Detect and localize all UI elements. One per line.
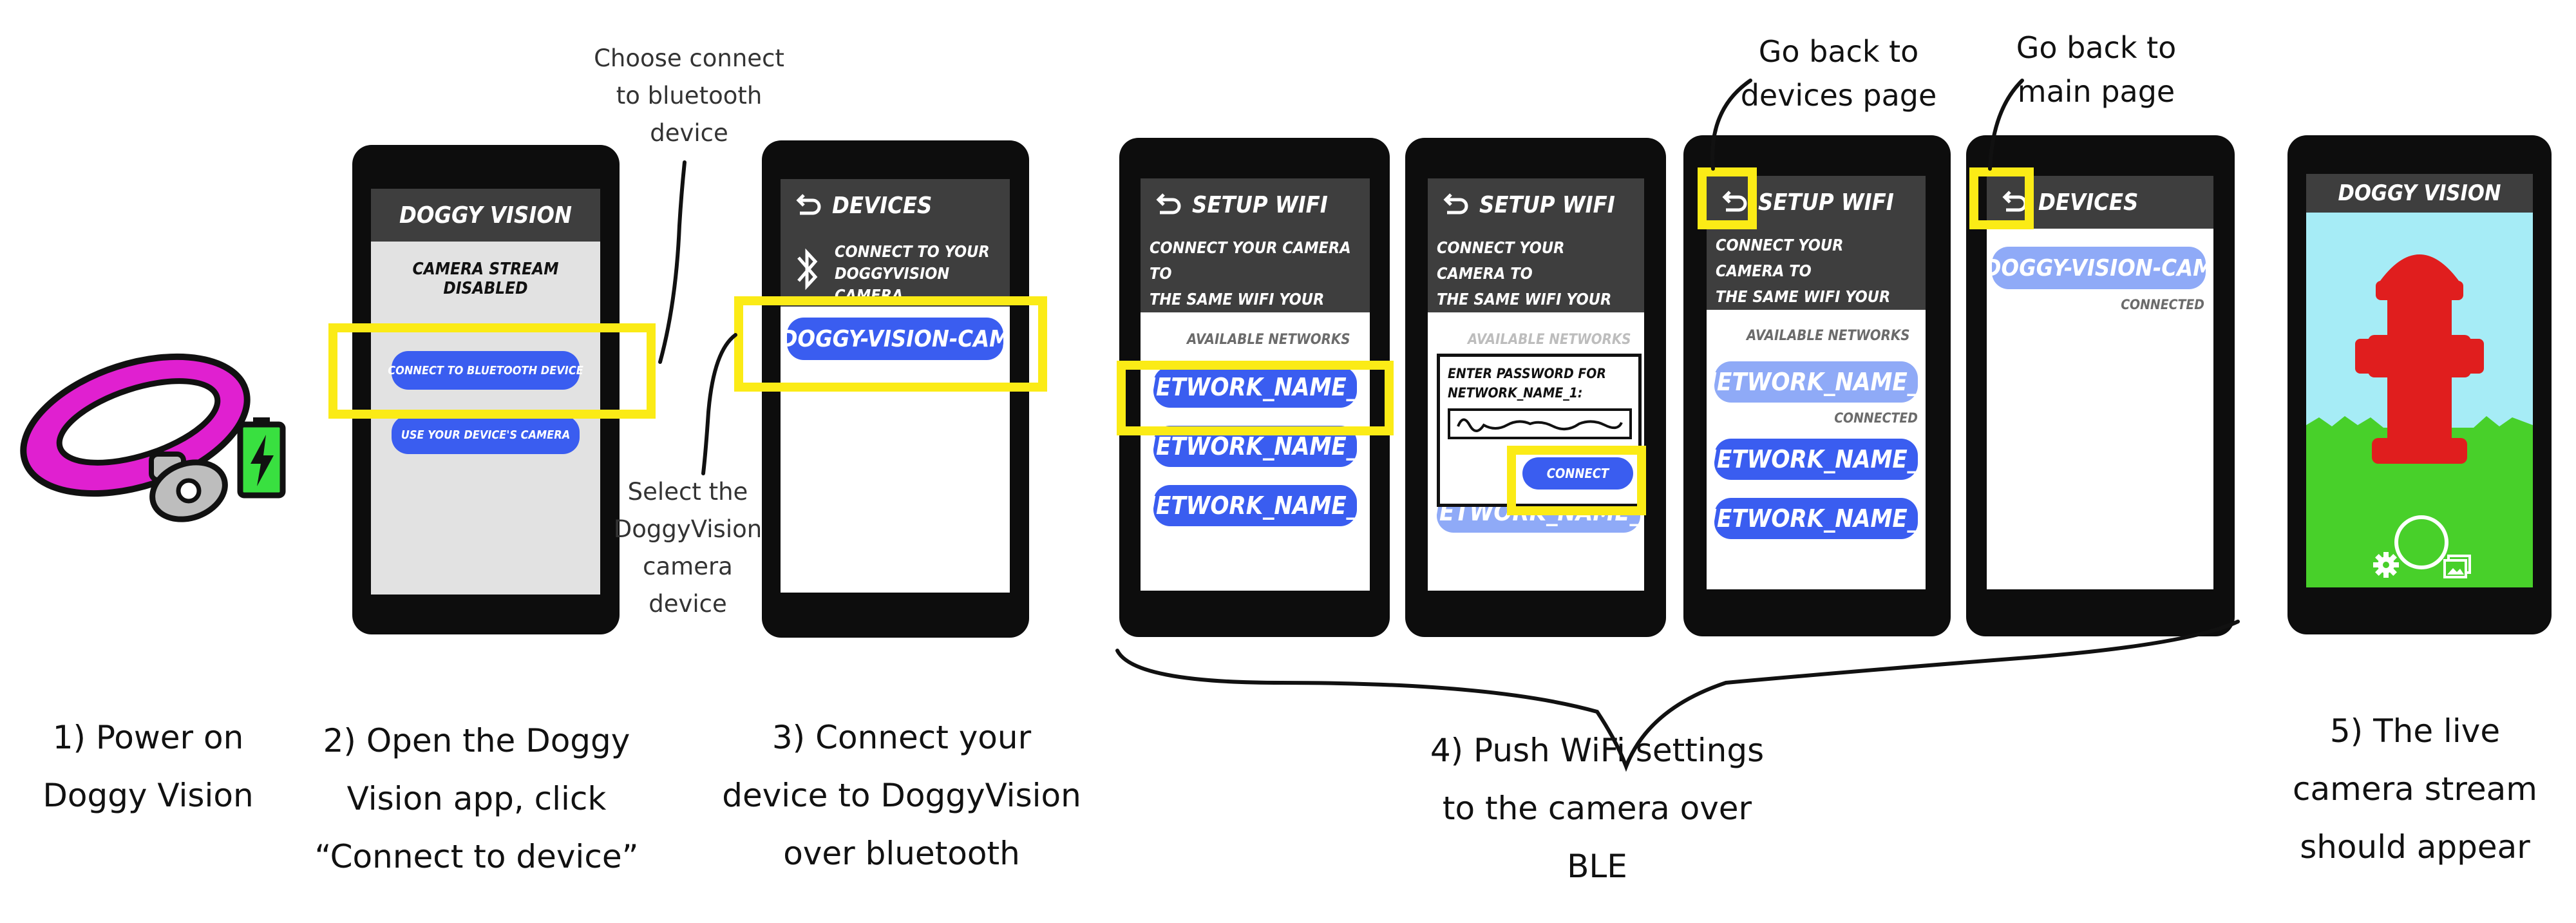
caption-step-5: 5) The live camera stream should appear [2293,712,2537,866]
note-select-camera: Select the DoggyVision camera device [613,478,762,618]
pointer-select-camera [701,333,737,475]
caption-step-2: 2) Open the Doggy Vision app, click “Con… [314,722,639,875]
caption-step-1: 1) Power on Doggy Vision [43,719,254,814]
caption-step-4: 4) Push WiFi settings to the camera over… [1430,732,1765,885]
note-back-to-devices: Go back to devices page [1740,34,1937,113]
pointer-choose-bluetooth [658,160,687,364]
caption-step-3: 3) Connect your device to DoggyVision ov… [722,719,1081,872]
note-back-to-main: Go back to main page [2016,30,2177,109]
note-choose-bluetooth: Choose connect to bluetooth device [594,44,784,147]
